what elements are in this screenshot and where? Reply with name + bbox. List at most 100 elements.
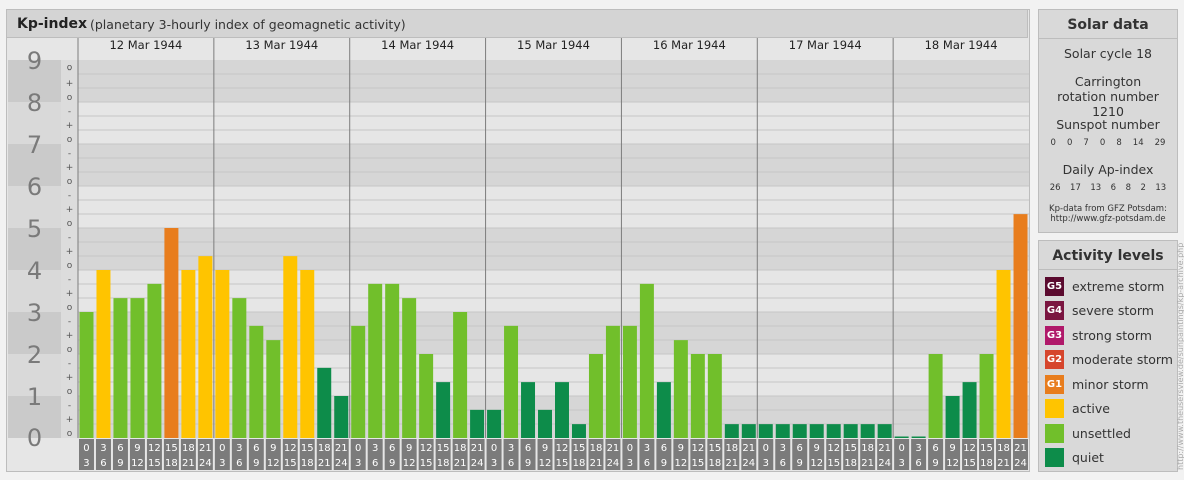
interval-start-label: 18 xyxy=(861,443,874,454)
kp-subtick-label: - xyxy=(68,191,71,201)
interval-end-label: 21 xyxy=(182,458,195,469)
sunspot-value: 29 xyxy=(1154,138,1166,148)
interval-start-label: 6 xyxy=(932,443,938,454)
kp-subtick-label: o xyxy=(67,63,73,73)
day-label: 16 Mar 1944 xyxy=(653,38,726,52)
ap-value: 13 xyxy=(1155,183,1167,193)
kp-subtick-label: + xyxy=(66,331,74,341)
interval-end-label: 9 xyxy=(253,458,259,469)
day-label: 15 Mar 1944 xyxy=(517,38,590,52)
solar-data-panel: Solar data Solar cycle 18 Carrington rot… xyxy=(1038,9,1178,233)
kp-bar xyxy=(538,409,552,438)
activity-levels-title: Activity levels xyxy=(1052,248,1164,264)
interval-start-label: 3 xyxy=(508,443,514,454)
interval-end-label: 12 xyxy=(810,458,823,469)
interval-end-label: 9 xyxy=(389,458,395,469)
kp-subtick-label: - xyxy=(68,107,71,117)
kp-bar xyxy=(979,354,994,438)
interval-end-label: 21 xyxy=(454,458,467,469)
interval-start-label: 12 xyxy=(420,443,433,454)
interval-start-label: 12 xyxy=(827,443,840,454)
interval-end-label: 6 xyxy=(236,458,242,469)
kp-tick-label: 0 xyxy=(27,424,42,452)
watermark: http://www.theusersview.de/sunpaintings/… xyxy=(1176,243,1184,470)
kp-subtick-label: + xyxy=(66,205,74,215)
source-link[interactable]: http://www.gfz-potsdam.de xyxy=(1039,214,1177,224)
interval-end-label: 3 xyxy=(355,458,361,469)
sunspot-value: 0 xyxy=(1066,138,1073,148)
interval-start-label: 6 xyxy=(661,443,667,454)
interval-end-label: 9 xyxy=(661,458,667,469)
interval-start-label: 0 xyxy=(219,443,225,454)
interval-start-label: 21 xyxy=(335,443,348,454)
kp-bar xyxy=(351,325,366,438)
interval-start-label: 3 xyxy=(236,443,242,454)
kp-tick-label: 1 xyxy=(27,383,42,411)
legend-item: unsettled xyxy=(1045,423,1131,443)
legend-label: minor storm xyxy=(1072,376,1149,392)
kp-bar xyxy=(232,298,247,438)
sunspot-value: 7 xyxy=(1083,138,1089,148)
interval-end-label: 3 xyxy=(627,458,633,469)
interval-start-label: 15 xyxy=(844,443,857,454)
kp-tick-label: 2 xyxy=(27,341,42,369)
kp-bar xyxy=(809,424,824,438)
interval-start-label: 0 xyxy=(355,443,361,454)
kp-bar xyxy=(775,424,790,438)
interval-end-label: 3 xyxy=(491,458,497,469)
kp-bar xyxy=(707,354,722,438)
kp-bar xyxy=(164,228,179,438)
kp-bar xyxy=(758,424,773,438)
ap-value: 2 xyxy=(1140,183,1146,193)
ap-value: 13 xyxy=(1090,183,1102,193)
kp-band xyxy=(78,102,1029,144)
interval-start-label: 3 xyxy=(100,443,106,454)
legend-swatch xyxy=(1045,448,1064,467)
interval-end-label: 6 xyxy=(100,458,106,469)
day-label: 14 Mar 1944 xyxy=(381,38,454,52)
interval-start-label: 9 xyxy=(270,443,276,454)
kp-subtick-label: o xyxy=(67,303,73,313)
legend-swatch: G5 xyxy=(1045,276,1064,296)
legend-item: G1 minor storm xyxy=(1045,374,1149,394)
interval-start-label: 21 xyxy=(1014,443,1027,454)
interval-end-label: 3 xyxy=(83,458,89,469)
kp-tick-label: 7 xyxy=(27,131,42,159)
kp-subtick-label: + xyxy=(66,373,74,383)
watermark-text: http://www.theusersview.de/sunpaintings/… xyxy=(1176,242,1184,470)
source-text: Kp-data from GFZ Potsdam: xyxy=(1049,204,1167,214)
interval-end-label: 6 xyxy=(780,458,786,469)
kp-bar xyxy=(860,424,875,438)
interval-end-label: 24 xyxy=(471,458,484,469)
interval-end-label: 12 xyxy=(267,458,280,469)
interval-end-label: 9 xyxy=(932,458,938,469)
interval-start-label: 21 xyxy=(878,443,891,454)
legend-swatch xyxy=(1045,399,1064,418)
kp-tick-label: 3 xyxy=(27,299,42,327)
interval-start-label: 21 xyxy=(607,443,620,454)
interval-end-label: 21 xyxy=(997,458,1010,469)
kp-subtick-label: o xyxy=(67,429,73,439)
legend-swatch: G4 xyxy=(1045,301,1064,320)
kp-subtick-label: + xyxy=(66,415,74,425)
interval-end-label: 12 xyxy=(946,458,959,469)
kp-bar xyxy=(690,354,705,438)
interval-start-label: 15 xyxy=(573,443,586,454)
kp-bar xyxy=(79,312,94,438)
kp-tick-label: 9 xyxy=(27,47,42,75)
legend-swatch xyxy=(1045,423,1064,443)
interval-end-label: 21 xyxy=(725,458,738,469)
interval-end-label: 12 xyxy=(131,458,144,469)
kp-band xyxy=(78,186,1029,228)
kp-bar xyxy=(656,382,671,438)
kp-bar xyxy=(877,424,892,438)
interval-start-label: 18 xyxy=(725,443,738,454)
kp-subtick-label: + xyxy=(66,163,74,173)
kp-tick-label: 5 xyxy=(27,215,42,243)
interval-start-label: 18 xyxy=(182,443,195,454)
interval-end-label: 9 xyxy=(797,458,803,469)
interval-end-label: 6 xyxy=(508,458,514,469)
kp-bar xyxy=(622,325,637,438)
kp-bar xyxy=(911,436,926,438)
kp-bar xyxy=(487,409,502,438)
